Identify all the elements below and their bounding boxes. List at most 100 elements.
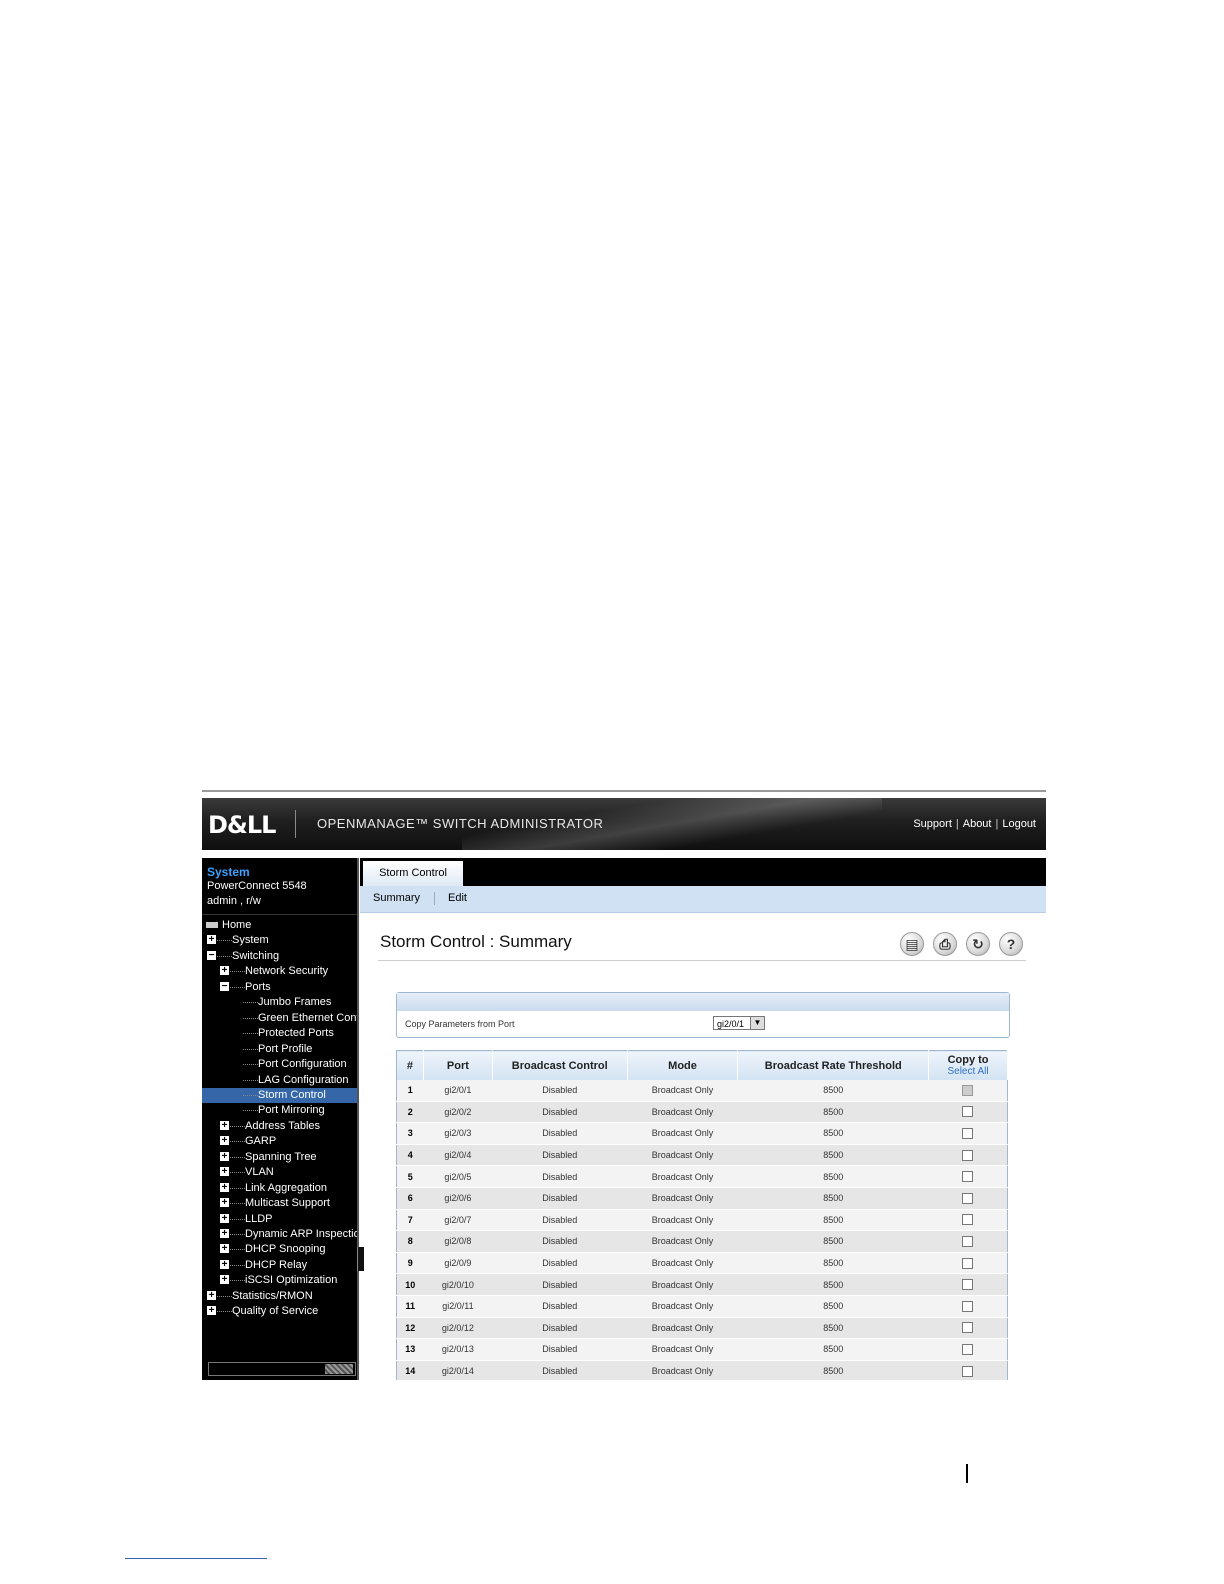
help-icon[interactable]: ? [999,932,1023,956]
tree-item[interactable]: Storm Control [202,1087,357,1103]
tree-item-label: Spanning Tree [245,1150,317,1163]
print-icon[interactable]: ⎙ [933,932,957,956]
col-header-port: Port [423,1050,493,1080]
expand-icon[interactable]: + [207,1306,216,1316]
row-index: 10 [396,1273,424,1296]
chevron-down-icon[interactable]: ▼ [750,1017,764,1029]
copy-to-checkbox[interactable] [962,1106,974,1118]
col-header-copy-to: Copy to Select All [928,1050,1008,1080]
expand-icon[interactable]: + [220,1151,229,1161]
copy-to-checkbox[interactable] [962,1192,974,1204]
copy-to-checkbox[interactable] [962,1149,974,1161]
tree-item[interactable]: + Dynamic ARP Inspection [202,1227,357,1242]
tree-item[interactable]: Port Configuration [202,1057,357,1072]
broadcast-control-cell: Disabled [492,1230,628,1253]
expand-icon[interactable]: + [220,1275,229,1285]
copy-to-checkbox[interactable] [962,1279,974,1291]
rate-threshold-cell: 8500 [737,1295,929,1318]
tree-item[interactable]: Protected Ports [202,1026,357,1041]
collapse-icon[interactable]: − [207,950,216,960]
rate-threshold-cell: 8500 [737,1317,929,1340]
copy-to-checkbox[interactable] [962,1300,974,1312]
tree-item[interactable]: − Switching [202,949,357,964]
tree-item[interactable]: + Multicast Support [202,1196,357,1211]
tree-item[interactable]: + DHCP Relay [202,1258,357,1273]
tab-storm-control[interactable]: Storm Control [363,861,463,886]
mode-cell: Broadcast Only [627,1317,738,1340]
expand-icon[interactable]: + [220,966,229,976]
tree-item[interactable]: LAG Configuration [202,1073,357,1088]
expand-icon[interactable]: + [220,1136,229,1146]
select-all-link[interactable]: Select All [929,1066,1007,1077]
tree-item[interactable]: + iSCSI Optimization [202,1273,357,1288]
subtab-divider [434,892,435,905]
tree-item[interactable]: Port Profile [202,1042,357,1057]
copy-to-checkbox[interactable] [962,1257,974,1269]
tree-item[interactable]: − Ports [202,980,357,995]
expand-icon[interactable]: + [220,1182,229,1192]
broadcast-control-cell: Disabled [492,1209,628,1232]
copy-to-checkbox[interactable] [962,1365,974,1377]
tab-bar: Storm Control [360,858,1046,886]
scrollbar-thumb[interactable] [325,1364,353,1374]
copy-to-checkbox[interactable] [962,1171,974,1183]
about-link[interactable]: About [963,818,992,830]
sidebar-scrollbar[interactable] [208,1362,356,1376]
rate-threshold-cell: 8500 [737,1230,929,1253]
tree-item[interactable]: + Network Security [202,964,357,979]
top-links: Support | About | Logout [913,818,1036,830]
save-icon[interactable]: ▤ [900,932,924,956]
tree-item[interactable]: + VLAN [202,1165,357,1180]
tree-item[interactable]: Green Ethernet Confi [202,1011,357,1026]
copy-to-checkbox[interactable] [962,1322,974,1334]
support-link[interactable]: Support [913,818,952,830]
copy-to-checkbox[interactable] [962,1236,974,1248]
tree-item[interactable]: + Statistics/RMON [202,1289,357,1304]
tree-item[interactable]: + GARP [202,1134,357,1149]
tree-item[interactable]: + LLDP [202,1212,357,1227]
tree-item[interactable]: Home [202,918,357,933]
expand-icon[interactable]: + [207,1290,216,1300]
col-header-index: # [396,1050,424,1080]
mode-cell: Broadcast Only [627,1187,738,1210]
expand-icon[interactable]: + [220,1120,229,1130]
table-body: 1 gi2/0/1 Disabled Broadcast Only 8500 2 gi2/0… [396,1080,1008,1380]
row-index: 2 [396,1101,424,1124]
tree-item[interactable]: + Link Aggregation [202,1181,357,1196]
expand-icon[interactable]: + [207,935,216,945]
expand-icon[interactable]: + [220,1167,229,1177]
rate-threshold-cell: 8500 [737,1165,929,1188]
copy-port-select[interactable]: gi2/0/1 ▼ [713,1016,765,1030]
subtab-summary[interactable]: Summary [373,892,420,904]
copy-parameters-panel: Copy Parameters from Port gi2/0/1 ▼ [396,992,1010,1038]
logout-link[interactable]: Logout [1002,818,1036,830]
tree-item[interactable]: + Quality of Service [202,1304,357,1319]
expand-icon[interactable]: + [220,1213,229,1223]
expand-icon[interactable]: + [220,1198,229,1208]
expand-icon[interactable]: + [220,1244,229,1254]
tree-item[interactable]: Port Mirroring [202,1103,357,1118]
tree-item[interactable]: + Spanning Tree [202,1150,357,1165]
refresh-icon[interactable]: ↻ [966,932,990,956]
tree-item[interactable]: + System [202,933,357,948]
tree-connector [230,1156,245,1158]
expand-icon[interactable]: + [220,1259,229,1269]
system-title[interactable]: System [207,865,250,879]
copy-to-checkbox[interactable] [962,1214,974,1226]
sidebar-resize-handle[interactable] [357,1247,364,1271]
copy-to-checkbox[interactable] [962,1343,974,1355]
sidebar: System PowerConnect 5548 admin , r/w Hom… [202,858,359,1380]
app-header: D&LL OPENMANAGE™ SWITCH ADMINISTRATOR Su… [202,798,1046,850]
copy-to-checkbox[interactable] [962,1128,974,1140]
tree-item[interactable]: Jumbo Frames [202,995,357,1010]
subtab-edit[interactable]: Edit [448,892,467,904]
mode-cell: Broadcast Only [627,1144,738,1167]
tree-item[interactable]: + DHCP Snooping [202,1242,357,1257]
tree-item-label: Statistics/RMON [232,1289,313,1302]
expand-icon[interactable]: + [220,1229,229,1239]
tree-connector [230,1187,245,1189]
broadcast-control-cell: Disabled [492,1295,628,1318]
tree-item[interactable]: + Address Tables [202,1119,357,1134]
mode-cell: Broadcast Only [627,1360,738,1380]
collapse-icon[interactable]: − [220,981,229,991]
